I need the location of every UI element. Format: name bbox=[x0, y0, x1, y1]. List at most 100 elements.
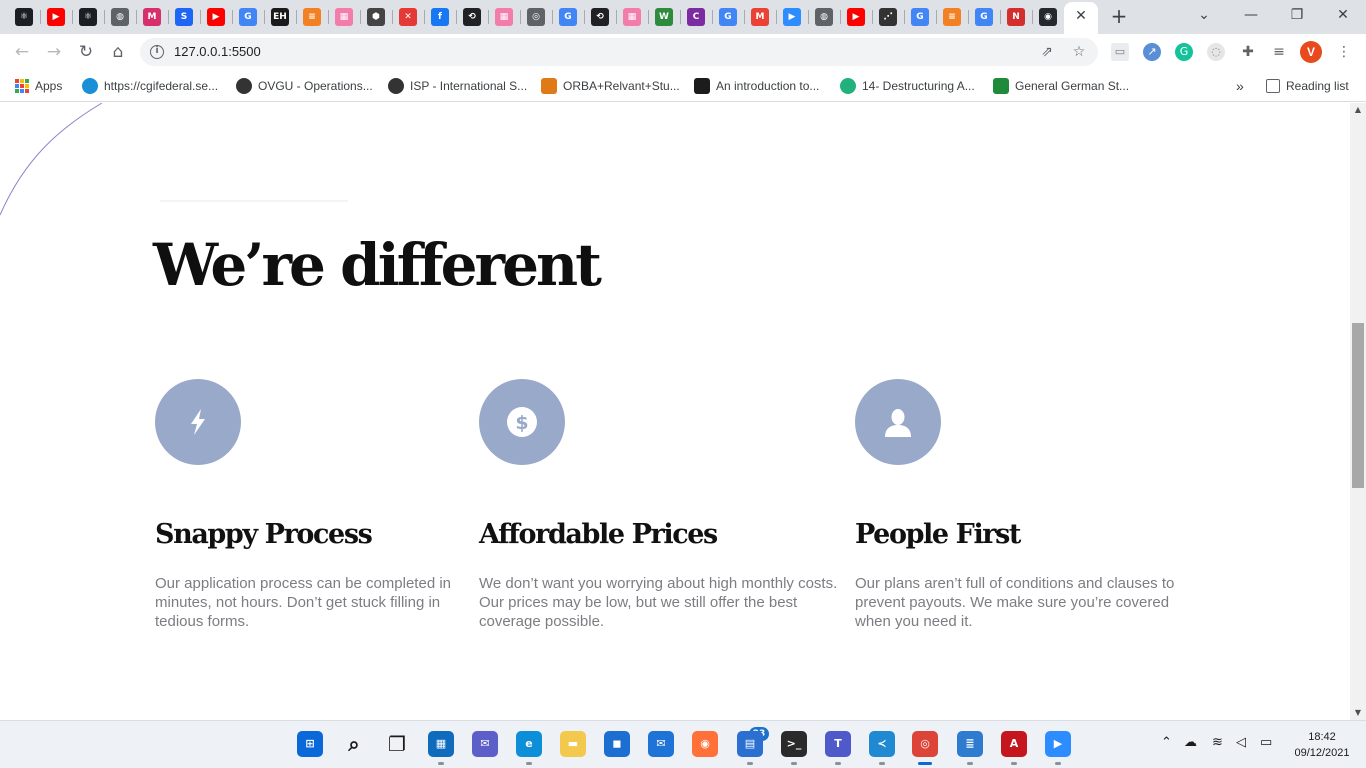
pink-doc-icon[interactable]: ▦ bbox=[335, 8, 353, 26]
react-icon[interactable]: ⚛ bbox=[15, 8, 33, 26]
clock-date: 09/12/2021 bbox=[1294, 747, 1350, 759]
zoom-icon[interactable]: ▶ bbox=[783, 8, 801, 26]
figure-icon[interactable]: ✕ bbox=[399, 8, 417, 26]
link-icon[interactable]: ⟲ bbox=[463, 8, 481, 26]
onedrive-cloud-icon[interactable]: ☁ bbox=[1184, 735, 1197, 750]
tab-separator bbox=[72, 10, 73, 24]
s-icon[interactable]: S bbox=[175, 8, 193, 26]
extension-icon[interactable]: ↗ bbox=[1143, 43, 1161, 61]
globe-icon[interactable]: ◍ bbox=[111, 8, 129, 26]
acrobat-icon[interactable]: A bbox=[1001, 731, 1027, 757]
tab-search-chevron-icon[interactable]: ⌄ bbox=[1192, 4, 1216, 26]
a-icon bbox=[694, 78, 710, 94]
reload-button[interactable]: ↻ bbox=[74, 40, 98, 64]
notepad-icon[interactable]: ≣ bbox=[957, 731, 983, 757]
chrome-icon[interactable]: ◎ bbox=[527, 8, 545, 26]
vscode-icon[interactable]: ≺ bbox=[869, 731, 895, 757]
pink-doc-icon[interactable]: ▦ bbox=[495, 8, 513, 26]
bookmark-item[interactable]: General German St... bbox=[993, 77, 1129, 95]
facebook-icon[interactable]: f bbox=[431, 8, 449, 26]
gmail-icon[interactable]: M bbox=[751, 8, 769, 26]
profile-avatar[interactable]: V bbox=[1300, 41, 1322, 63]
url-text[interactable]: 127.0.0.1:5500 bbox=[174, 44, 261, 59]
bookmarks-overflow-button[interactable]: » bbox=[1236, 77, 1244, 95]
stackoverflow-icon[interactable]: ≡ bbox=[303, 8, 321, 26]
google-icon[interactable]: G bbox=[911, 8, 929, 26]
minimize-button[interactable]: — bbox=[1239, 4, 1263, 26]
chat-icon[interactable]: ✉ bbox=[472, 731, 498, 757]
menu-kebab-icon[interactable]: ⋮ bbox=[1335, 43, 1353, 61]
tab-separator bbox=[264, 10, 265, 24]
window-close-button[interactable]: ✕ bbox=[1331, 4, 1355, 26]
globe-icon[interactable]: ◍ bbox=[815, 8, 833, 26]
media-control-icon[interactable]: ≡ bbox=[1270, 43, 1288, 61]
firefox-icon[interactable]: ◉ bbox=[692, 731, 718, 757]
scrollbar-thumb[interactable] bbox=[1352, 323, 1364, 488]
pink-doc-icon[interactable]: ▦ bbox=[623, 8, 641, 26]
google-icon[interactable]: G bbox=[975, 8, 993, 26]
box-icon[interactable]: ⬢ bbox=[367, 8, 385, 26]
tab-separator bbox=[360, 10, 361, 24]
miro-icon[interactable]: M bbox=[143, 8, 161, 26]
start-icon[interactable]: ⊞ bbox=[297, 731, 323, 757]
bookmark-item[interactable]: An introduction to... bbox=[694, 77, 819, 95]
youtube-icon[interactable]: ▶ bbox=[47, 8, 65, 26]
wifi-icon[interactable]: ≋ bbox=[1212, 735, 1223, 750]
search-icon[interactable]: ⌕ bbox=[341, 731, 367, 757]
volume-icon[interactable]: ◁ bbox=[1236, 735, 1246, 750]
dots-icon[interactable]: ⋰ bbox=[879, 8, 897, 26]
youtube-icon[interactable]: ▶ bbox=[847, 8, 865, 26]
extension-icon[interactable]: ◌ bbox=[1207, 43, 1225, 61]
scroll-down-arrow-icon[interactable]: ▼ bbox=[1350, 706, 1366, 720]
restore-button[interactable]: ❐ bbox=[1285, 4, 1309, 26]
extensions-puzzle-icon[interactable]: ✚ bbox=[1239, 43, 1257, 61]
google-icon[interactable]: G bbox=[719, 8, 737, 26]
mail-icon[interactable]: ✉ bbox=[648, 731, 674, 757]
feature-icon-circle: $ bbox=[479, 379, 565, 465]
tasks-icon[interactable]: ▤ bbox=[737, 731, 763, 757]
system-clock[interactable]: 18:42 09/12/2021 bbox=[1287, 729, 1357, 761]
youtube-icon[interactable]: ▶ bbox=[207, 8, 225, 26]
grammarly-icon[interactable]: G bbox=[1175, 43, 1193, 61]
google-icon[interactable]: G bbox=[559, 8, 577, 26]
extension-icon[interactable]: ▭ bbox=[1111, 43, 1129, 61]
forward-button[interactable]: → bbox=[42, 40, 66, 64]
edge-icon[interactable]: e bbox=[516, 731, 542, 757]
n-icon[interactable]: N bbox=[1007, 8, 1025, 26]
c-icon[interactable]: C bbox=[687, 8, 705, 26]
bookmark-item[interactable]: https://cgifederal.se... bbox=[82, 77, 218, 95]
widgets-icon[interactable]: ▦ bbox=[428, 731, 454, 757]
google-icon[interactable]: G bbox=[239, 8, 257, 26]
bookmark-item[interactable]: ISP - International S... bbox=[388, 77, 527, 95]
chrome-icon[interactable]: ◎ bbox=[912, 731, 938, 757]
share-icon[interactable]: ⇗ bbox=[1038, 43, 1056, 61]
file-explorer-icon[interactable]: ▬ bbox=[560, 731, 586, 757]
link-icon[interactable]: ⟲ bbox=[591, 8, 609, 26]
address-bar[interactable]: i 127.0.0.1:5500 ⇗ ☆ bbox=[140, 38, 1098, 66]
show-hidden-icons-chevron-icon[interactable]: ⌃ bbox=[1161, 735, 1172, 750]
terminal-icon[interactable]: >_ bbox=[781, 731, 807, 757]
close-tab-icon[interactable]: ✕ bbox=[1073, 7, 1089, 25]
bookmark-item[interactable]: ORBA+Relvant+Stu... bbox=[541, 77, 680, 95]
battery-icon[interactable]: ▭ bbox=[1260, 735, 1272, 750]
zoom-icon[interactable]: ▶ bbox=[1045, 731, 1071, 757]
w-icon[interactable]: W bbox=[655, 8, 673, 26]
reading-list-button[interactable]: Reading list bbox=[1266, 77, 1349, 95]
react-icon[interactable]: ⚛ bbox=[79, 8, 97, 26]
site-info-icon[interactable]: i bbox=[150, 45, 164, 59]
bookmark-item[interactable]: OVGU - Operations... bbox=[236, 77, 373, 95]
vertical-scrollbar[interactable]: ▲ ▼ bbox=[1350, 103, 1366, 720]
github-icon[interactable]: ◉ bbox=[1039, 8, 1057, 26]
new-tab-button[interactable]: + bbox=[1109, 5, 1129, 27]
bookmark-item[interactable]: Apps bbox=[15, 77, 62, 95]
eh-icon[interactable]: EH bbox=[271, 8, 289, 26]
bookmark-star-icon[interactable]: ☆ bbox=[1070, 43, 1088, 61]
store-icon[interactable]: ◼ bbox=[604, 731, 630, 757]
scroll-up-arrow-icon[interactable]: ▲ bbox=[1350, 103, 1366, 117]
back-button[interactable]: ← bbox=[10, 40, 34, 64]
stackoverflow-icon[interactable]: ≡ bbox=[943, 8, 961, 26]
home-button[interactable]: ⌂ bbox=[106, 40, 130, 64]
task-view-icon[interactable]: ❐ bbox=[384, 731, 410, 757]
bookmark-item[interactable]: 14- Destructuring A... bbox=[840, 77, 975, 95]
teams-icon[interactable]: T bbox=[825, 731, 851, 757]
